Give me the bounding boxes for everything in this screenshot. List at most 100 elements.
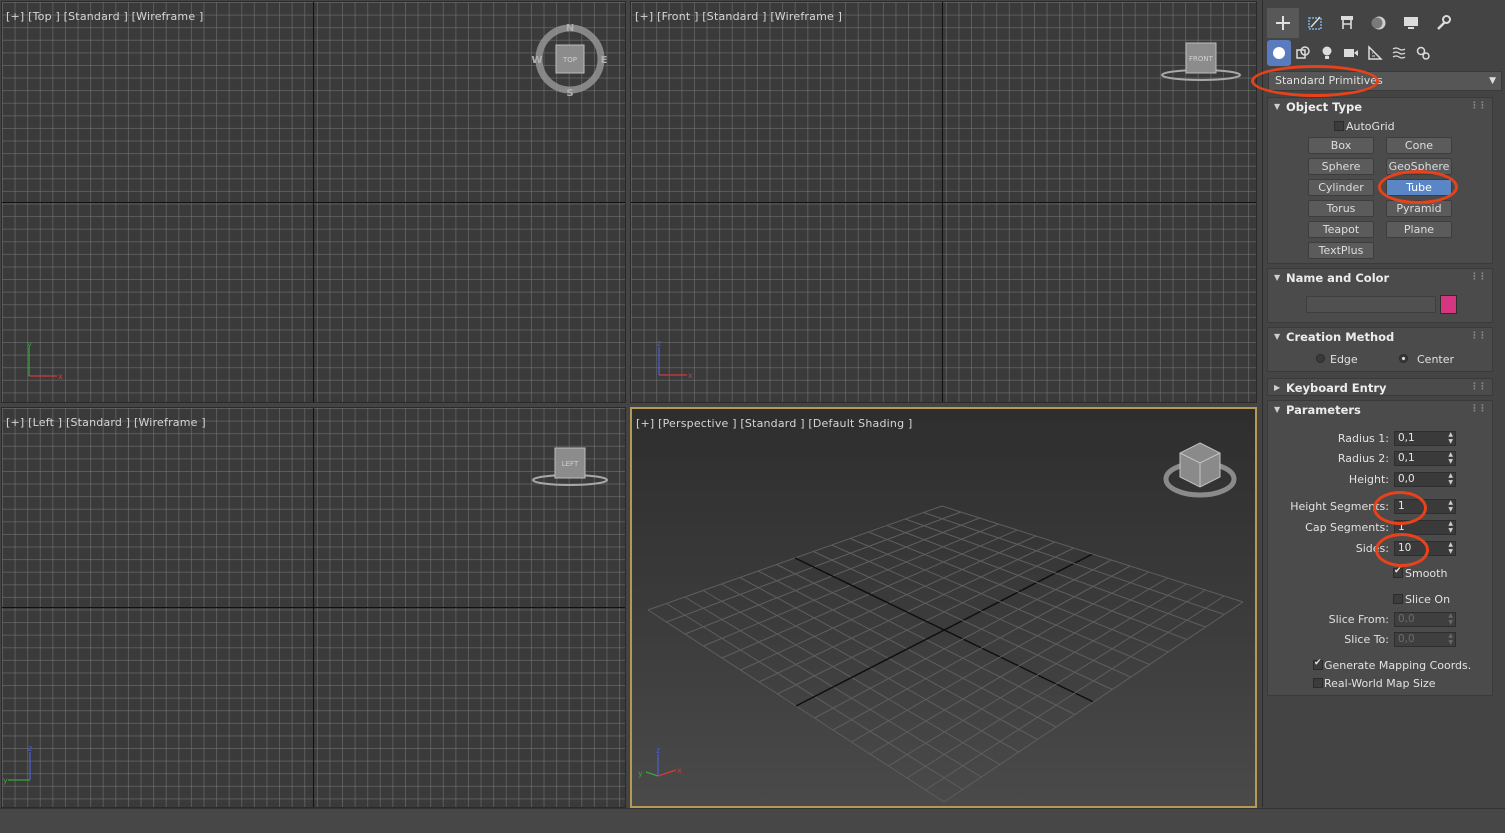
viewport-front[interactable]: [+] [Front ] [Standard ] [Wireframe ] FR…	[630, 1, 1257, 403]
spinner-arrows-icon[interactable]: ▲ ▼	[1448, 431, 1453, 445]
hierarchy-tab[interactable]	[1331, 8, 1363, 38]
drag-handle-icon[interactable]: ⋮⋮	[1470, 378, 1487, 396]
slice-from-label: Slice From:	[1328, 613, 1389, 626]
create-icon	[1276, 16, 1290, 30]
cylinder-button[interactable]: Cylinder	[1308, 179, 1374, 196]
cameras-tab[interactable]	[1339, 40, 1363, 66]
sides-label: Sides:	[1355, 542, 1389, 555]
spinner-arrows-icon[interactable]: ▲ ▼	[1448, 499, 1453, 513]
height-segments-spinner[interactable]: 1 ▲ ▼	[1394, 499, 1456, 514]
spinner-arrows-icon[interactable]: ▲ ▼	[1448, 632, 1453, 646]
height-segments-label: Height Segments:	[1290, 500, 1389, 513]
cone-button[interactable]: Cone	[1386, 137, 1452, 154]
keyboard-entry-header[interactable]: ▶ Keyboard Entry ⋮⋮	[1268, 379, 1492, 397]
autogrid-checkbox[interactable]	[1334, 121, 1344, 131]
viewcube[interactable]: LEFT y z	[2, 408, 626, 808]
edge-radio[interactable]	[1316, 354, 1325, 363]
slice-on-checkbox[interactable]	[1393, 594, 1403, 604]
svg-text:x: x	[58, 372, 63, 381]
tube-button[interactable]: Tube	[1386, 179, 1452, 196]
compass-n: N	[566, 23, 574, 34]
category-dropdown[interactable]: Standard Primitives ▼	[1268, 71, 1502, 91]
3dsmax-workspace: [+] [Top ] [Standard ] [Wireframe ] TOP …	[0, 0, 1505, 833]
spacewarps-tab[interactable]	[1387, 40, 1411, 66]
object-type-header[interactable]: ▼ Object Type ⋮⋮	[1268, 98, 1492, 116]
object-color-swatch[interactable]	[1440, 295, 1457, 314]
viewcube-label: FRONT	[1189, 55, 1214, 63]
drag-handle-icon[interactable]: ⋮⋮	[1470, 268, 1487, 286]
pyramid-button[interactable]: Pyramid	[1386, 200, 1452, 217]
cap-segments-spinner[interactable]: 1 ▲ ▼	[1394, 520, 1456, 535]
viewcube-compass[interactable]: TOP N S E W x y	[2, 2, 626, 403]
height-spinner[interactable]: 0,0 ▲ ▼	[1394, 472, 1456, 487]
smooth-checkbox[interactable]	[1393, 566, 1403, 578]
lights-tab[interactable]	[1315, 40, 1339, 66]
viewcube[interactable]: FRONT x z	[631, 2, 1257, 403]
collapse-triangle-icon: ▼	[1274, 405, 1281, 414]
drag-handle-icon[interactable]: ⋮⋮	[1470, 400, 1487, 418]
shapes-tab[interactable]	[1291, 40, 1315, 66]
torus-button[interactable]: Torus	[1308, 200, 1374, 217]
create-subcategory-tabs	[1267, 40, 1503, 66]
name-and-color-header[interactable]: ▼ Name and Color ⋮⋮	[1268, 269, 1492, 287]
rollout-title: Object Type	[1286, 100, 1363, 114]
slice-on-label: Slice On	[1405, 593, 1451, 606]
drag-handle-icon[interactable]: ⋮⋮	[1470, 97, 1487, 115]
spinner-arrows-icon[interactable]: ▲ ▼	[1448, 612, 1453, 626]
svg-text:z: z	[657, 339, 661, 348]
spacewarps-icon	[1392, 47, 1406, 59]
sides-value: 10	[1398, 542, 1412, 554]
create-tab[interactable]	[1267, 8, 1299, 38]
helpers-tab[interactable]	[1363, 40, 1387, 66]
modify-tab[interactable]	[1299, 8, 1331, 38]
rollout-title: Name and Color	[1286, 271, 1390, 285]
sphere-button[interactable]: Sphere	[1308, 158, 1374, 175]
viewcube-label: TOP	[562, 56, 577, 64]
axis-tripod-icon: x z y	[638, 746, 682, 778]
spinner-arrows-icon[interactable]: ▲ ▼	[1448, 541, 1453, 555]
creation-method-rollout: ▼ Creation Method ⋮⋮ Edge Center	[1267, 327, 1493, 372]
display-tab[interactable]	[1395, 8, 1427, 38]
textplus-button[interactable]: TextPlus	[1308, 242, 1374, 259]
drag-handle-icon[interactable]: ⋮⋮	[1470, 327, 1487, 345]
viewport-left[interactable]: [+] [Left ] [Standard ] [Wireframe ] LEF…	[1, 407, 626, 808]
slice-from-spinner[interactable]: 0,0 ▲ ▼	[1394, 612, 1456, 627]
parameters-header[interactable]: ▼ Parameters ⋮⋮	[1268, 401, 1492, 419]
slice-from-value: 0,0	[1398, 613, 1415, 625]
center-radio[interactable]	[1399, 354, 1408, 363]
motion-tab[interactable]	[1363, 8, 1395, 38]
spinner-arrows-icon[interactable]: ▲ ▼	[1448, 520, 1453, 534]
viewport-top[interactable]: [+] [Top ] [Standard ] [Wireframe ] TOP …	[1, 1, 626, 403]
radius2-label: Radius 2:	[1337, 452, 1389, 465]
viewcube[interactable]: x z y	[632, 409, 1255, 806]
generate-mapping-checkbox[interactable]	[1313, 658, 1323, 670]
systems-tab[interactable]	[1411, 40, 1435, 66]
sides-spinner[interactable]: 10 ▲ ▼	[1394, 541, 1456, 556]
cap-segments-value: 1	[1398, 521, 1405, 533]
geometry-tab[interactable]	[1267, 40, 1291, 66]
name-and-color-rollout: ▼ Name and Color ⋮⋮	[1267, 268, 1493, 323]
object-name-field[interactable]	[1306, 296, 1436, 313]
spinner-arrows-icon[interactable]: ▲ ▼	[1448, 451, 1453, 465]
teapot-button[interactable]: Teapot	[1308, 221, 1374, 238]
svg-text:z: z	[656, 746, 660, 755]
bottom-bar	[0, 808, 1505, 833]
utilities-tab[interactable]	[1427, 8, 1459, 38]
radius1-spinner[interactable]: 0,1 ▲ ▼	[1394, 431, 1456, 446]
viewport-perspective[interactable]: [+] [Perspective ] [Standard ] [Default …	[630, 407, 1257, 808]
creation-method-header[interactable]: ▼ Creation Method ⋮⋮	[1268, 328, 1492, 346]
real-world-map-size-checkbox[interactable]	[1313, 678, 1323, 688]
svg-text:x: x	[677, 766, 682, 775]
spinner-arrows-icon[interactable]: ▲ ▼	[1448, 472, 1453, 486]
radius2-spinner[interactable]: 0,1 ▲ ▼	[1394, 451, 1456, 466]
box-button[interactable]: Box	[1308, 137, 1374, 154]
collapse-triangle-icon: ▼	[1274, 273, 1281, 282]
compass-s: S	[566, 88, 573, 99]
collapse-triangle-icon: ▼	[1274, 332, 1281, 341]
plane-button[interactable]: Plane	[1386, 221, 1452, 238]
radius2-value: 0,1	[1398, 452, 1415, 464]
compass-e: E	[601, 55, 608, 66]
slice-to-spinner[interactable]: 0,0 ▲ ▼	[1394, 632, 1456, 647]
geosphere-button[interactable]: GeoSphere	[1386, 158, 1452, 175]
rollout-title: Creation Method	[1286, 330, 1395, 344]
